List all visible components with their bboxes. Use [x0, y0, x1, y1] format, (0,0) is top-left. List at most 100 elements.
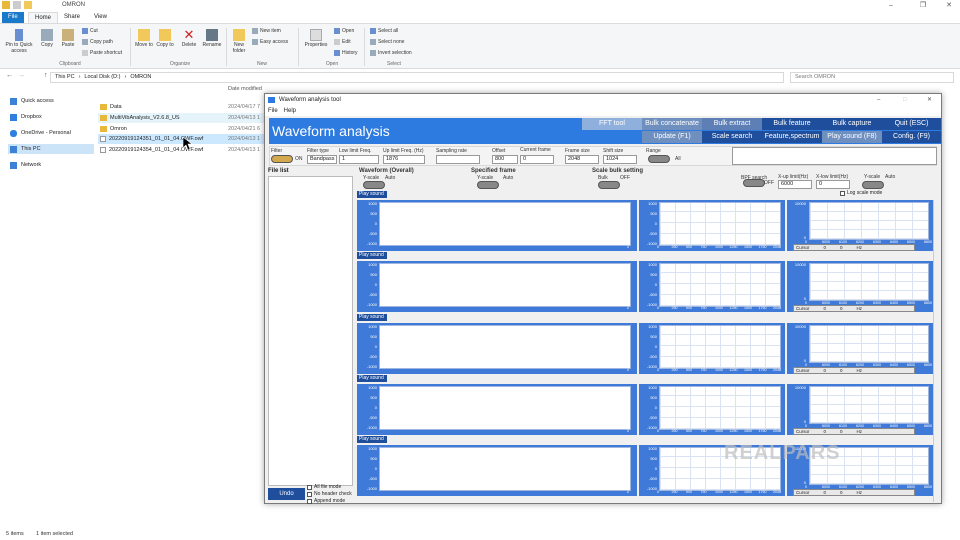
maximize-button[interactable]: ❐ — [910, 0, 936, 11]
play-sound-button[interactable]: Play sound — [357, 191, 387, 198]
new-item-button[interactable]: New item — [252, 28, 281, 34]
list-item[interactable]: Data 2024/04/17 7 — [98, 102, 266, 112]
bulk-capture-button[interactable]: Bulk capture — [822, 118, 882, 130]
menu-help[interactable]: Help — [284, 106, 296, 116]
spec-yscale-toggle[interactable] — [862, 181, 884, 189]
list-item[interactable]: Omron 2024/04/21 6 — [98, 124, 266, 134]
scale-search-button[interactable]: Scale search — [702, 131, 762, 143]
tab-share[interactable]: Share — [58, 12, 86, 23]
paste-shortcut-button[interactable]: Paste shortcut — [82, 50, 122, 56]
yscale-toggle[interactable] — [363, 181, 385, 189]
move-to-button[interactable]: Move to — [134, 29, 154, 48]
no-header-check-checkbox[interactable]: No header check — [307, 491, 352, 497]
frame-plot[interactable] — [659, 386, 781, 430]
waveform-plot[interactable] — [379, 263, 631, 307]
minimize-button[interactable]: – — [878, 0, 904, 11]
waveform-plot[interactable] — [379, 447, 631, 491]
bulk-toggle[interactable] — [598, 181, 620, 189]
all-file-mode-checkbox[interactable]: All file mode — [307, 484, 341, 490]
select-all-button[interactable]: Select all — [370, 28, 398, 34]
nav-onedrive[interactable]: OneDrive - Personal — [8, 128, 94, 138]
nav-network[interactable]: Network — [8, 160, 94, 170]
new-folder-button[interactable]: New folder — [229, 29, 249, 54]
waveform-plot[interactable] — [379, 202, 631, 246]
spectrum-plot[interactable] — [809, 325, 929, 363]
feature-spectrum-button[interactable]: Feature,spectrum — [762, 131, 822, 143]
undo-button[interactable]: Undo — [268, 488, 305, 500]
xlow-input[interactable]: 0 — [816, 180, 850, 189]
nav-this-pc[interactable]: This PC — [8, 144, 94, 154]
history-button[interactable]: History — [334, 50, 358, 56]
up-icon[interactable]: ↑ — [44, 72, 48, 79]
list-item[interactable]: MultiVibAnalysis_V2.6.8_US 2024/04/13 1 — [98, 113, 266, 123]
copy-button[interactable]: Copy — [38, 29, 56, 48]
breadcrumb-this-pc[interactable]: This PC — [55, 73, 75, 82]
bulk-extract-button[interactable]: Bulk extract — [702, 118, 762, 130]
bulk-feature-button[interactable]: Bulk feature — [762, 118, 822, 130]
file-list-box[interactable] — [268, 176, 353, 486]
sampling-rate-input[interactable] — [436, 155, 480, 164]
delete-button[interactable]: ✕ Delete — [178, 28, 200, 48]
search-input[interactable]: Search OMRON — [790, 72, 954, 83]
frame-plot[interactable] — [659, 325, 781, 369]
app-close-button[interactable]: ✕ — [927, 94, 932, 106]
list-item[interactable]: 20220919124354_01_01_04.OWF.owf 2024/04/1… — [98, 145, 266, 155]
range-toggle[interactable] — [648, 155, 670, 163]
tab-file[interactable]: File — [2, 12, 24, 23]
column-date-modified[interactable]: Date modified — [228, 86, 262, 92]
select-none-button[interactable]: Select none — [370, 39, 404, 45]
copy-path-button[interactable]: Copy path — [82, 39, 113, 45]
pin-button[interactable]: Pin to Quick access — [3, 29, 35, 54]
config-button[interactable]: Config. (F9) — [882, 131, 941, 143]
tab-view[interactable]: View — [88, 12, 113, 23]
filter-toggle[interactable] — [271, 155, 293, 163]
filter-type-select[interactable]: Bandpass — [307, 155, 337, 164]
address-bar[interactable]: This PC › Local Disk (D:) › OMRON — [50, 72, 784, 83]
spectrum-plot[interactable] — [809, 202, 929, 240]
cut-button[interactable]: Cut — [82, 28, 98, 34]
spectrum-plot[interactable] — [809, 263, 929, 301]
list-item[interactable]: 20220919124351_01_01_04.OWF.owf 2024/04/1… — [98, 134, 266, 144]
spectrum-plot[interactable] — [809, 386, 929, 424]
bpf-toggle[interactable] — [743, 179, 765, 187]
open-button[interactable]: Open — [334, 28, 354, 34]
new-folder-icon[interactable] — [24, 1, 32, 9]
low-limit-input[interactable]: 1 — [339, 155, 379, 164]
update-button[interactable]: Update (F1) — [642, 131, 702, 143]
tab-home[interactable]: Home — [28, 12, 59, 23]
frame-plot[interactable] — [659, 263, 781, 307]
waveform-plot[interactable] — [379, 386, 631, 430]
menu-file[interactable]: File — [268, 106, 278, 116]
play-sound-button[interactable]: Play sound — [357, 314, 387, 321]
copy-to-button[interactable]: Copy to — [155, 29, 175, 48]
log-scale-checkbox[interactable]: Log scale mode — [840, 190, 882, 196]
up-limit-input[interactable]: 1876 — [383, 155, 425, 164]
frame-plot[interactable] — [659, 202, 781, 246]
waveform-plot[interactable] — [379, 325, 631, 369]
nav-dropbox[interactable]: Dropbox — [8, 112, 94, 122]
play-sound-button[interactable]: Play sound — [357, 436, 387, 443]
shift-size-select[interactable]: 1024 — [603, 155, 637, 164]
current-frame-input[interactable]: 0 — [520, 155, 554, 164]
close-button[interactable]: ✕ — [936, 0, 960, 11]
app-minimize-button[interactable]: – — [877, 94, 880, 106]
bulk-concatenate-button[interactable]: Bulk concatenate — [642, 118, 702, 130]
xup-input[interactable]: 6000 — [778, 180, 812, 189]
quit-button[interactable]: Quit (ESC) — [882, 118, 941, 130]
easy-access-button[interactable]: Easy access — [252, 39, 288, 45]
offset-input[interactable]: 800 — [492, 155, 518, 164]
back-icon[interactable]: ← — [6, 72, 13, 79]
play-sound-f8-button[interactable]: Play sound (F8) — [822, 131, 882, 143]
forward-icon[interactable]: → — [18, 72, 25, 79]
fft-tool-button[interactable]: FFT tool — [582, 118, 642, 130]
edit-button[interactable]: Edit — [334, 39, 351, 45]
paste-button[interactable]: Paste — [58, 29, 78, 48]
properties-button[interactable]: Properties — [302, 29, 330, 48]
rename-button[interactable]: Rename — [200, 29, 224, 48]
frame-yscale-toggle[interactable] — [477, 181, 499, 189]
vertical-scrollbar[interactable] — [933, 200, 940, 502]
frame-size-select[interactable]: 2048 — [565, 155, 599, 164]
breadcrumb-omron[interactable]: OMRON — [130, 73, 151, 82]
properties-icon[interactable] — [13, 1, 21, 9]
breadcrumb-local-disk[interactable]: Local Disk (D:) — [84, 73, 120, 82]
